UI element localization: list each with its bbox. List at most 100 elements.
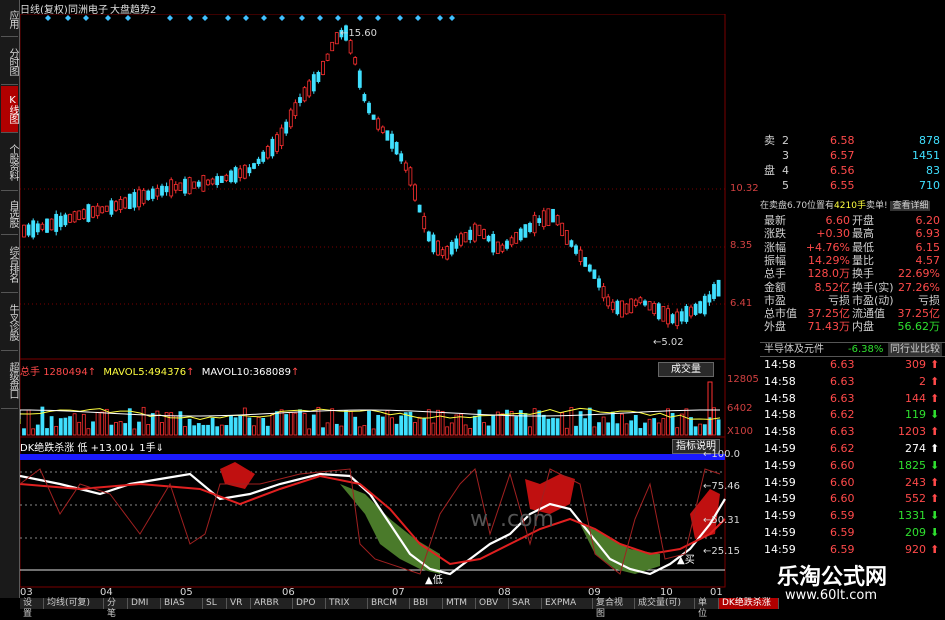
tab-ranking[interactable]: 综合排名 — [1, 236, 18, 293]
volume-bar — [449, 422, 454, 436]
indicator-tab[interactable]: SAR — [509, 598, 542, 609]
volume-bar — [279, 409, 284, 436]
tick-price: 6.63 — [830, 425, 855, 439]
candle-body — [390, 133, 394, 149]
candle-body — [26, 224, 31, 236]
tab-watchlist[interactable]: 自选股 — [1, 192, 18, 235]
quote-value: 6.20 — [915, 214, 941, 227]
tab-diagnosis[interactable]: 牛叉诊股 — [1, 294, 18, 351]
candle-body — [528, 222, 532, 233]
tab-kline[interactable]: K线图 — [1, 86, 18, 133]
tab-intraday[interactable]: 分时图 — [1, 38, 18, 85]
indicator-tab[interactable]: SL — [203, 598, 227, 609]
indicator-tab[interactable]: ARBR — [251, 598, 293, 609]
indicator-tab[interactable]: DK绝跌杀涨 — [719, 598, 779, 609]
candle-body — [514, 232, 519, 244]
tick-volume: 209 — [905, 526, 926, 539]
candle-body — [114, 201, 118, 211]
volume-bar — [716, 419, 721, 436]
tick-volume: 552 — [905, 492, 926, 506]
indicator-tab[interactable]: 成交量(可) — [635, 598, 695, 609]
candle-body — [330, 41, 335, 52]
volume-bar — [109, 424, 114, 436]
quote-label: 流通值 — [852, 307, 885, 321]
volume-bar — [523, 413, 528, 436]
kline-chart[interactable] — [20, 14, 733, 589]
order-book-row[interactable]: 盘 4 6.56 83 — [760, 164, 945, 177]
tab-stock-info[interactable]: 个股资料 — [1, 134, 18, 191]
candle-body — [77, 210, 82, 220]
candle-body — [311, 74, 316, 92]
x-tick-label: 06 — [282, 587, 295, 598]
volume-bar — [463, 424, 468, 436]
volume-bar — [123, 423, 128, 436]
order-level: 4 — [782, 164, 789, 177]
indicator-tab[interactable]: DMI — [128, 598, 161, 609]
volume-bar — [417, 416, 422, 436]
candle-body — [238, 168, 243, 179]
volume-bar — [454, 414, 459, 436]
industry-compare-button[interactable]: 同行业比较 — [888, 343, 942, 356]
candle-body — [712, 284, 716, 299]
indicator-tab[interactable]: 设置 — [20, 598, 44, 619]
indicator-tab[interactable]: 复合视图 — [593, 598, 635, 619]
indicator-tab[interactable]: OBV — [476, 598, 509, 609]
volume-bar — [468, 428, 473, 436]
indicator-tab[interactable]: MTM — [443, 598, 476, 609]
indicator-tab[interactable]: 单位 — [695, 598, 719, 619]
candle-body — [385, 130, 390, 141]
tab-app[interactable]: 应用 — [1, 2, 18, 37]
candle-body — [445, 246, 450, 260]
candle-body — [472, 223, 477, 242]
volume-bar — [546, 418, 551, 436]
tick-time: 14:58 — [764, 408, 796, 422]
tab-super-orderbook[interactable]: 超级盘口 — [1, 352, 18, 409]
tick-volume: 1203 — [898, 425, 926, 439]
volume-bar — [206, 424, 210, 436]
candle-body — [505, 240, 509, 249]
volume-bar — [615, 423, 620, 436]
tick-price: 6.63 — [830, 358, 855, 371]
candle-body — [288, 109, 293, 128]
order-book-row[interactable]: 5 6.55 710 — [760, 179, 945, 192]
indicator-tab[interactable]: 均线(可复) — [44, 598, 104, 609]
candle-body — [54, 213, 59, 232]
candle-body — [569, 240, 574, 247]
arrow-up-icon: ⬆ — [930, 391, 940, 405]
candle-body — [601, 286, 606, 299]
tick-price: 6.59 — [830, 526, 855, 539]
arrow-up-icon: ⬆ — [930, 442, 940, 455]
indicator-tab[interactable]: BIAS — [161, 598, 203, 609]
quote-value: 37.25亿 — [807, 307, 851, 321]
tick-time: 14:59 — [764, 475, 796, 489]
candle-body — [380, 126, 385, 133]
indicator-tab[interactable]: BBI — [410, 598, 443, 609]
volume-selector-button[interactable]: 成交量 — [658, 362, 714, 377]
indicator-tab[interactable]: DPO — [293, 598, 326, 609]
volume-bar — [58, 418, 63, 436]
indicator-tab[interactable]: 分笔 — [104, 598, 128, 619]
sector-name[interactable]: 半导体及元件 — [764, 343, 824, 356]
indicator-tab[interactable]: BRCM — [368, 598, 410, 609]
quote-value: 亏损 — [828, 293, 850, 307]
order-volume: 878 — [919, 134, 940, 147]
indicator-tab[interactable]: TRIX — [326, 598, 368, 609]
order-book-row[interactable]: 3 6.57 1451 — [760, 149, 945, 162]
volume-bar — [564, 427, 569, 436]
indicator-tab[interactable]: EXPMA — [542, 598, 593, 609]
quote-panel: 卖 2 6.58 878 3 6.57 1451 盘 4 6.56 83 5 6.55 710 在卖盘6.… — [760, 130, 945, 573]
volume-tick-1: 12805 — [727, 374, 759, 385]
view-detail-link[interactable]: 查看详细 — [890, 201, 931, 211]
signal-diamond — [415, 15, 421, 21]
indicator-tab[interactable]: VR — [227, 598, 251, 609]
x-tick-label: 10 — [660, 587, 673, 598]
candle-body — [394, 142, 399, 155]
quote-value: 亏损 — [918, 293, 940, 307]
order-book-row[interactable]: 卖 2 6.58 878 — [760, 134, 945, 147]
tick-row: 14:59 6.60 1825 ⬇ — [760, 459, 945, 472]
x-tick-label: 01 — [710, 587, 723, 598]
candle-body — [454, 238, 459, 249]
candle-body — [40, 223, 45, 230]
quote-label: 市盈 — [764, 293, 786, 307]
quote-label: 总手 — [764, 267, 786, 281]
